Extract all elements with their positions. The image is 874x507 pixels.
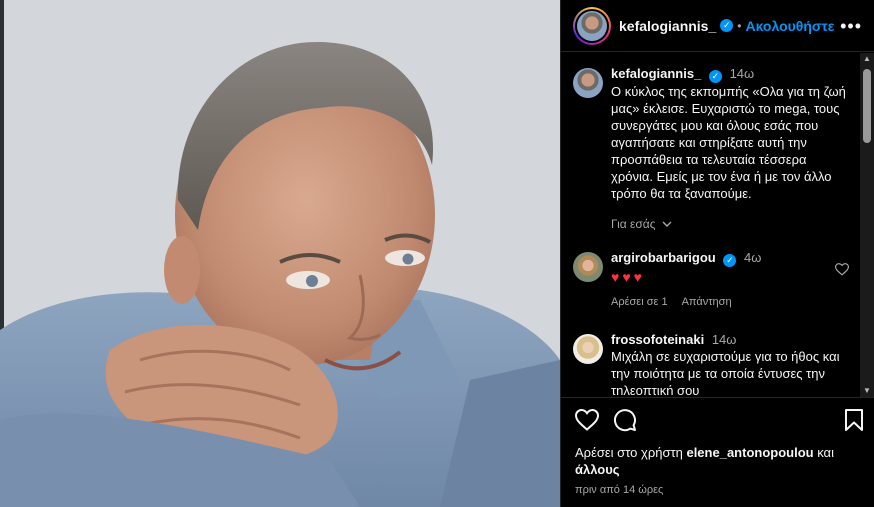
post-photo[interactable] bbox=[0, 0, 560, 507]
heart-outline-icon[interactable] bbox=[575, 409, 599, 431]
caption-username[interactable]: kefalogiannis_ bbox=[611, 66, 701, 81]
for-you-label: Για εσάς bbox=[611, 217, 656, 231]
caption-row: kefalogiannis_ ✓ 14ω Ο κύκλος της εκπομπ… bbox=[561, 65, 861, 233]
more-options-icon[interactable]: ••• bbox=[840, 17, 862, 35]
comments-list[interactable]: kefalogiannis_ ✓ 14ω Ο κύκλος της εκπομπ… bbox=[561, 53, 861, 395]
post-timestamp: πριν από 14 ώρες bbox=[575, 484, 664, 496]
comment-avatar[interactable] bbox=[573, 252, 603, 282]
scroll-up-arrow-icon[interactable]: ▲ bbox=[860, 53, 874, 65]
bookmark-icon[interactable] bbox=[845, 409, 863, 431]
caption-text: Ο κύκλος της εκπομπής «Ολα για τη ζωή μα… bbox=[611, 84, 846, 201]
likes-connector: και bbox=[817, 445, 834, 460]
caption-time: 14ω bbox=[729, 66, 755, 81]
scroll-down-arrow-icon[interactable]: ▼ bbox=[860, 385, 874, 397]
portrait-image bbox=[0, 0, 560, 507]
post-actions: Αρέσει στο χρήστη elene_antonopoulou και… bbox=[561, 397, 874, 496]
post-side-panel: kefalogiannis_ ✓ • Ακολουθήστε ••• kefal… bbox=[560, 0, 874, 507]
comment-avatar[interactable] bbox=[573, 334, 603, 364]
likes-user[interactable]: elene_antonopoulou bbox=[686, 445, 813, 460]
comment-time: 4ω bbox=[744, 250, 762, 265]
header-separator: • bbox=[737, 18, 742, 33]
likes-others[interactable]: άλλους bbox=[575, 462, 620, 477]
likes-summary: Αρέσει στο χρήστη elene_antonopoulou και… bbox=[575, 444, 863, 478]
author-avatar[interactable] bbox=[573, 6, 611, 45]
comment-text: ♥♥♥ bbox=[611, 269, 645, 285]
comment-like-heart-icon[interactable] bbox=[835, 263, 849, 276]
comment-item: argirobarbarigou ✓ 4ω ♥♥♥ Αρέσει σε 1 Απ… bbox=[561, 249, 861, 311]
chevron-down-icon bbox=[662, 221, 672, 227]
verified-badge-icon: ✓ bbox=[720, 19, 734, 32]
comment-username[interactable]: argirobarbarigou bbox=[611, 250, 716, 265]
likes-prefix: Αρέσει στο χρήστη bbox=[575, 445, 683, 460]
reply-button[interactable]: Απάντηση bbox=[682, 294, 732, 311]
post-header: kefalogiannis_ ✓ • Ακολουθήστε ••• bbox=[561, 0, 874, 52]
for-you-button[interactable]: Για εσάς bbox=[611, 216, 849, 233]
caption-avatar[interactable] bbox=[573, 68, 603, 98]
verified-badge-icon: ✓ bbox=[723, 254, 737, 267]
comment-username[interactable]: frossofoteinaki bbox=[611, 332, 704, 347]
verified-badge-icon: ✓ bbox=[708, 70, 722, 83]
comment-time: 14ω bbox=[711, 332, 737, 347]
comment-likes-count[interactable]: Αρέσει σε 1 bbox=[611, 294, 668, 311]
follow-button[interactable]: Ακολουθήστε bbox=[745, 18, 834, 34]
comments-scrollbar[interactable]: ▲ ▼ bbox=[860, 53, 874, 397]
comment-item: frossofoteinaki 14ω Μιχάλη σε ευχαριστού… bbox=[561, 331, 861, 395]
author-username[interactable]: kefalogiannis_ bbox=[619, 18, 716, 34]
speech-bubble-icon[interactable] bbox=[613, 408, 637, 432]
comment-text: Μιχάλη σε ευχαριστούμε για το ήθος και τ… bbox=[611, 349, 840, 395]
scrollbar-thumb[interactable] bbox=[863, 69, 871, 143]
